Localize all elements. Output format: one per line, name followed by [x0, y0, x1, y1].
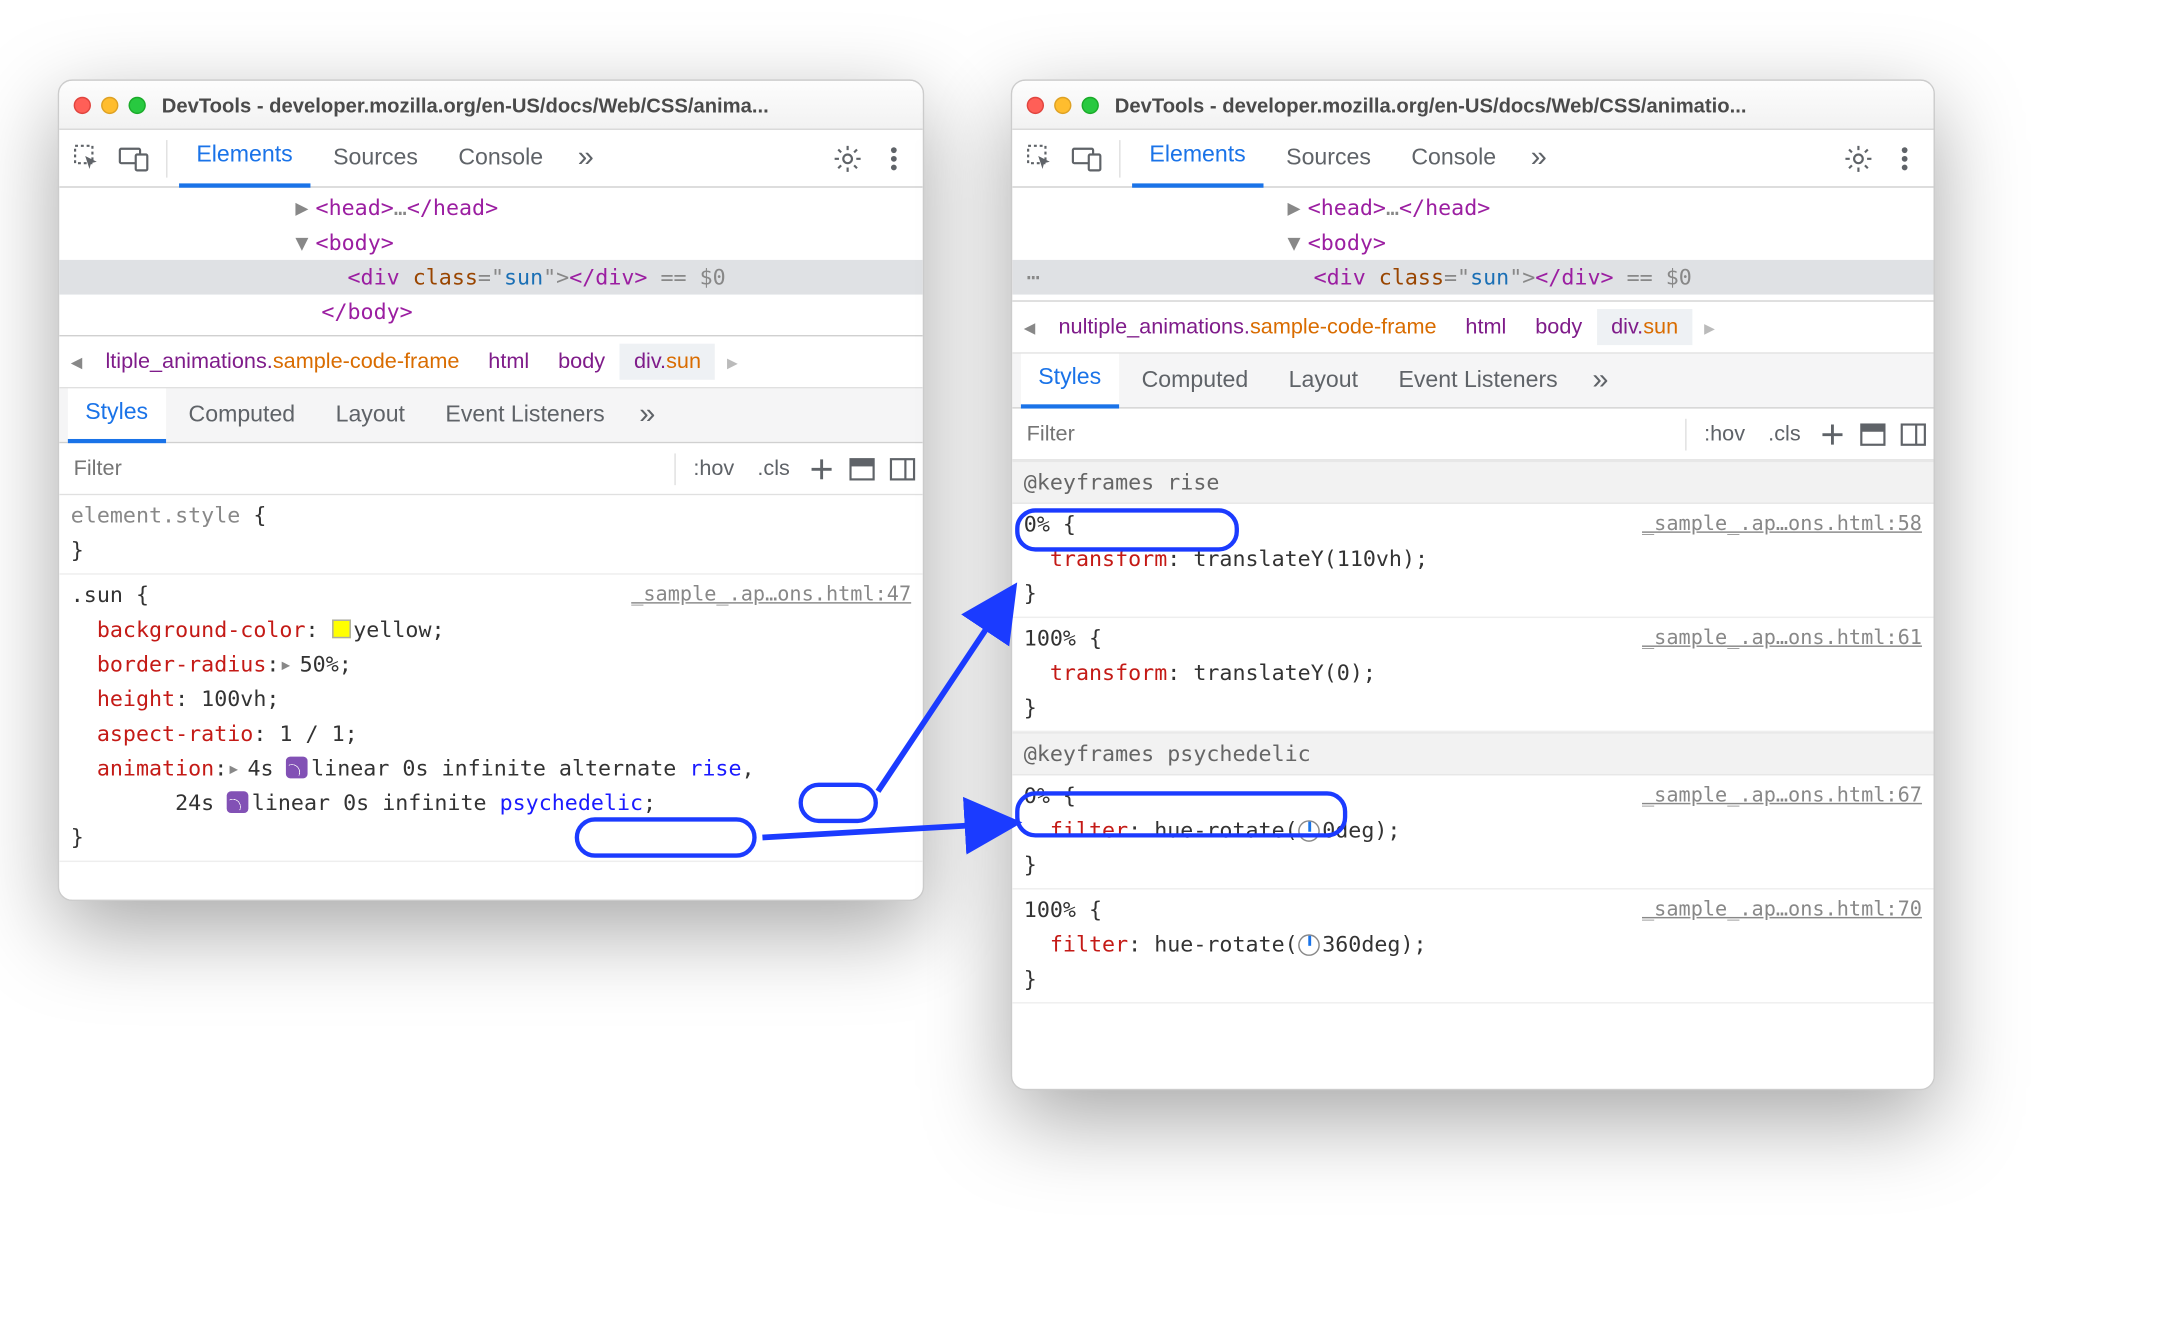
keyframes-link-psychedelic[interactable]: psychedelic	[500, 790, 643, 816]
subtab-computed[interactable]: Computed	[171, 388, 312, 443]
subtab-event-listeners[interactable]: Event Listeners	[428, 388, 622, 443]
source-link[interactable]: _sample_.ap…ons.html:67	[1642, 778, 1922, 813]
tab-console[interactable]: Console	[1394, 129, 1513, 187]
new-style-rule-icon[interactable]	[801, 458, 841, 478]
keyframes-psychedelic-header[interactable]: @keyframes psychedelic	[1012, 732, 1933, 775]
close-icon[interactable]	[1027, 96, 1044, 113]
more-subtabs-icon[interactable]: »	[1581, 364, 1620, 397]
kebab-icon[interactable]	[1884, 138, 1924, 178]
breadcrumb-scroll-left-icon[interactable]: ◂	[62, 347, 91, 376]
subtab-layout[interactable]: Layout	[318, 388, 422, 443]
breadcrumb-item-selected[interactable]: div.sun	[1597, 309, 1693, 345]
kebab-icon[interactable]	[874, 138, 914, 178]
more-tabs-icon[interactable]: »	[566, 142, 605, 175]
breadcrumb-scroll-right-icon[interactable]: ▸	[1693, 314, 1727, 340]
breadcrumb-item[interactable]: html	[1451, 315, 1521, 340]
minimize-icon[interactable]	[101, 96, 118, 113]
dom-tree[interactable]: ▶<head>…</head> ▼<body> ⋯ <div class="su…	[1012, 188, 1933, 302]
device-toggle-icon[interactable]	[114, 138, 154, 178]
inspect-icon[interactable]	[1021, 138, 1061, 178]
subtab-computed[interactable]: Computed	[1124, 353, 1265, 408]
selected-dom-node[interactable]: ⋯ <div class="sun"></div> == $0	[1012, 260, 1933, 295]
new-style-rule-icon[interactable]	[1812, 424, 1852, 444]
window-title: DevTools - developer.mozilla.org/en-US/d…	[1115, 93, 1919, 116]
angle-swatch-icon[interactable]	[1298, 934, 1320, 956]
close-icon[interactable]	[74, 96, 91, 113]
window-title: DevTools - developer.mozilla.org/en-US/d…	[162, 93, 909, 116]
zoom-icon[interactable]	[129, 96, 146, 113]
styles-subtabs: Styles Computed Layout Event Listeners »	[59, 388, 923, 443]
devtools-window-left: DevTools - developer.mozilla.org/en-US/d…	[58, 79, 924, 901]
tab-elements[interactable]: Elements	[1132, 129, 1263, 187]
zoom-icon[interactable]	[1082, 96, 1099, 113]
breadcrumb[interactable]: ◂ nultiple_animations.sample-code-frame …	[1012, 302, 1933, 354]
dom-tree[interactable]: ▶<head>…</head> ▼<body> <div class="sun"…	[59, 188, 923, 337]
gear-icon[interactable]	[827, 138, 867, 178]
subtab-layout[interactable]: Layout	[1271, 353, 1375, 408]
breadcrumb-item[interactable]: html	[474, 349, 544, 374]
tab-sources[interactable]: Sources	[1269, 129, 1388, 187]
cls-button[interactable]: .cls	[746, 456, 802, 481]
cls-button[interactable]: .cls	[1757, 422, 1813, 447]
breadcrumb-item[interactable]: body	[1521, 315, 1597, 340]
subtab-event-listeners[interactable]: Event Listeners	[1381, 353, 1575, 408]
toggle-sidebar-icon[interactable]	[882, 457, 922, 480]
main-toolbar: Elements Sources Console »	[1012, 130, 1933, 188]
minimize-icon[interactable]	[1054, 96, 1071, 113]
computed-sidebar-icon[interactable]	[1853, 422, 1893, 445]
source-link[interactable]: _sample_.ap…ons.html:61	[1642, 621, 1922, 656]
selected-dom-node[interactable]: <div class="sun"></div> == $0	[59, 260, 923, 295]
source-link[interactable]: _sample_.ap…ons.html:58	[1642, 507, 1922, 542]
tab-elements[interactable]: Elements	[179, 129, 310, 187]
subtab-styles[interactable]: Styles	[68, 388, 166, 443]
more-subtabs-icon[interactable]: »	[628, 399, 667, 432]
breadcrumb-scroll-left-icon[interactable]: ◂	[1015, 313, 1044, 342]
tab-console[interactable]: Console	[441, 129, 560, 187]
breadcrumb-item-selected[interactable]: div.sun	[620, 344, 716, 380]
breadcrumb-scroll-right-icon[interactable]: ▸	[715, 349, 749, 375]
titlebar: DevTools - developer.mozilla.org/en-US/d…	[59, 81, 923, 130]
styles-filter-row: :hov .cls	[1012, 409, 1933, 461]
styles-subtabs: Styles Computed Layout Event Listeners »	[1012, 354, 1933, 409]
toggle-sidebar-icon[interactable]	[1893, 422, 1933, 445]
styles-filter-input[interactable]	[59, 443, 669, 494]
color-swatch-icon[interactable]	[332, 619, 351, 638]
computed-sidebar-icon[interactable]	[842, 457, 882, 480]
keyframes-rise-header[interactable]: @keyframes rise	[1012, 461, 1933, 504]
subtab-styles[interactable]: Styles	[1021, 353, 1119, 408]
device-toggle-icon[interactable]	[1067, 138, 1107, 178]
easing-curve-icon[interactable]	[227, 791, 249, 813]
hov-button[interactable]: :hov	[1693, 422, 1757, 447]
breadcrumb[interactable]: ◂ ltiple_animations.sample-code-frame ht…	[59, 336, 923, 388]
main-toolbar: Elements Sources Console »	[59, 130, 923, 188]
styles-panel[interactable]: @keyframes rise _sample_.ap…ons.html:58 …	[1012, 461, 1933, 1089]
styles-filter-row: :hov .cls	[59, 443, 923, 495]
more-tabs-icon[interactable]: »	[1519, 142, 1558, 175]
breadcrumb-item[interactable]: nultiple_animations.sample-code-frame	[1044, 315, 1451, 340]
hov-button[interactable]: :hov	[682, 456, 746, 481]
devtools-window-right: DevTools - developer.mozilla.org/en-US/d…	[1011, 79, 1935, 1090]
breadcrumb-item[interactable]: ltiple_animations.sample-code-frame	[91, 349, 474, 374]
breadcrumb-item[interactable]: body	[544, 349, 620, 374]
keyframes-link-rise[interactable]: rise	[689, 755, 741, 781]
easing-curve-icon[interactable]	[287, 757, 309, 779]
inspect-icon[interactable]	[68, 138, 108, 178]
gear-icon[interactable]	[1838, 138, 1878, 178]
titlebar: DevTools - developer.mozilla.org/en-US/d…	[1012, 81, 1933, 130]
angle-swatch-icon[interactable]	[1298, 820, 1320, 842]
tab-sources[interactable]: Sources	[316, 129, 435, 187]
source-link[interactable]: _sample_.ap…ons.html:47	[631, 578, 911, 613]
styles-filter-input[interactable]	[1012, 409, 1679, 460]
source-link[interactable]: _sample_.ap…ons.html:70	[1642, 892, 1922, 927]
styles-panel[interactable]: element.style { } _sample_.ap…ons.html:4…	[59, 495, 923, 899]
